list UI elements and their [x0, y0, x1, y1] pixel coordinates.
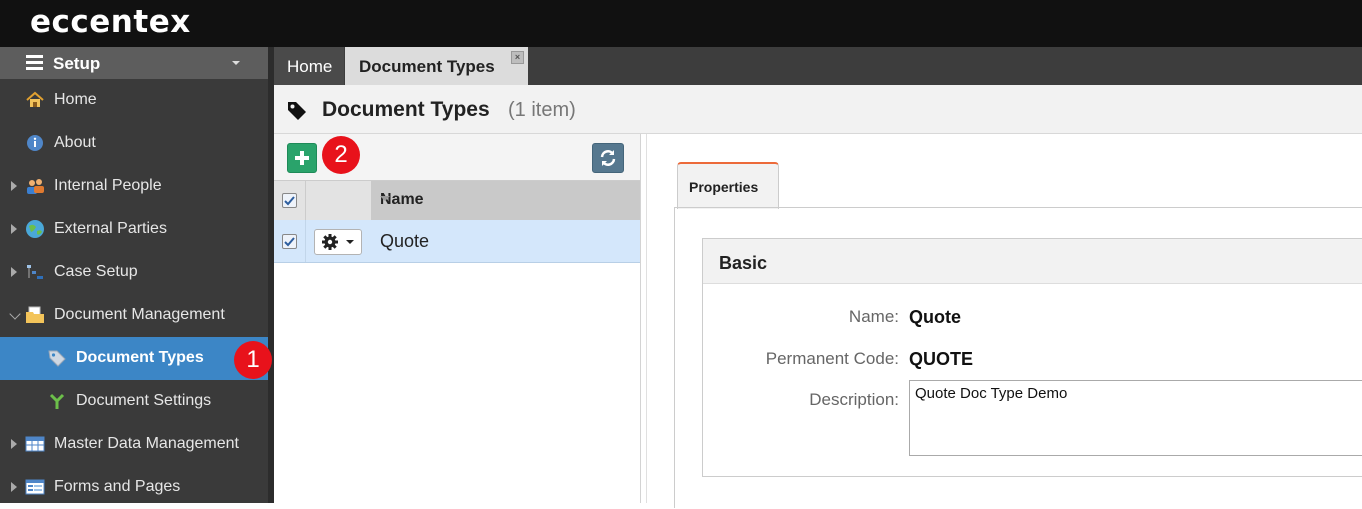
- sidebar-item-case-setup[interactable]: Case Setup: [0, 251, 268, 294]
- check-icon: [284, 237, 295, 247]
- chevron-down-icon: [346, 240, 354, 244]
- top-bar: eccentex: [0, 0, 1362, 47]
- permanent-code-label: Permanent Code:: [765, 349, 899, 368]
- sort-icon[interactable]: [380, 196, 390, 201]
- basic-section: Basic Name: Quote Permanent Code: QUOTE …: [702, 238, 1362, 477]
- sidebar-item-internal-people[interactable]: Internal People: [0, 165, 268, 208]
- item-count: (1 item): [508, 99, 576, 121]
- gear-icon: [322, 234, 338, 250]
- step-badge-2: 2: [322, 136, 360, 174]
- expand-arrow-icon[interactable]: [11, 267, 17, 277]
- description-value: Quote Doc Type Demo: [915, 385, 1068, 402]
- description-label: Description:: [809, 390, 899, 409]
- page-title: Document Types: [322, 98, 490, 121]
- sidebar-item-label: Forms and Pages: [54, 478, 181, 495]
- merge-arrows-icon: [49, 393, 65, 409]
- folder-icon: [26, 306, 44, 323]
- sidebar-item-label: Document Management: [54, 306, 225, 323]
- section-title: Basic: [719, 253, 768, 273]
- tag-icon: [48, 350, 66, 367]
- sidebar-item-label: Master Data Management: [54, 435, 239, 452]
- tab-label: Properties: [689, 179, 759, 195]
- details-panel: Properties Basic Name: Quote Permanent C…: [646, 134, 1362, 508]
- hamburger-icon: [26, 55, 43, 70]
- sidebar-item-label: Home: [54, 91, 97, 108]
- name-value: Quote: [909, 307, 961, 327]
- globe-icon: [26, 220, 44, 238]
- sidebar-item-label: External Parties: [54, 220, 167, 237]
- column-header-name[interactable]: Name: [371, 181, 640, 220]
- sidebar: Setup Home About Internal People Externa…: [0, 47, 268, 503]
- app-logo: eccentex: [30, 4, 191, 40]
- info-icon: [27, 135, 43, 151]
- row-actions-button[interactable]: [314, 229, 362, 255]
- sidebar-item-about[interactable]: About: [0, 122, 268, 165]
- sidebar-item-document-types[interactable]: Document Types: [0, 337, 268, 380]
- expand-arrow-icon[interactable]: [11, 181, 17, 191]
- sidebar-item-label: Document Settings: [76, 392, 212, 409]
- sidebar-item-external-parties[interactable]: External Parties: [0, 208, 268, 251]
- collapse-arrow-icon[interactable]: [9, 308, 21, 320]
- permanent-code-value: QUOTE: [909, 349, 974, 369]
- sidebar-item-home[interactable]: Home: [0, 79, 268, 122]
- sidebar-item-label: Internal People: [54, 177, 162, 194]
- sidebar-item-document-settings[interactable]: Document Settings: [0, 380, 268, 423]
- sidebar-item-document-management[interactable]: Document Management: [0, 294, 268, 337]
- sidebar-item-label: Document Types: [76, 349, 204, 366]
- grid-header: Name: [274, 180, 640, 221]
- plus-icon: [295, 151, 309, 165]
- close-icon[interactable]: ×: [511, 51, 524, 64]
- step-badge-1: 1: [234, 341, 272, 379]
- page-header: Document Types (1 item): [274, 85, 1362, 134]
- refresh-button[interactable]: [592, 143, 624, 173]
- table-icon: [25, 436, 45, 452]
- tab-document-types[interactable]: Document Types ×: [345, 47, 528, 85]
- tab-label: Home: [287, 57, 333, 76]
- setup-menu-header[interactable]: Setup: [0, 47, 268, 79]
- select-all-checkbox[interactable]: [282, 193, 297, 208]
- row-name: Quote: [380, 231, 430, 251]
- section-header: Basic: [703, 239, 1362, 284]
- add-button[interactable]: [287, 143, 317, 173]
- sidebar-item-master-data-management[interactable]: Master Data Management: [0, 423, 268, 466]
- name-label: Name:: [848, 307, 899, 326]
- expand-arrow-icon[interactable]: [11, 224, 17, 234]
- check-icon: [284, 196, 295, 206]
- sidebar-item-label: Case Setup: [54, 263, 138, 280]
- table-row[interactable]: Quote: [274, 220, 640, 263]
- expand-arrow-icon[interactable]: [11, 482, 17, 492]
- row-checkbox-cell: [274, 220, 306, 262]
- tab-home[interactable]: Home: [274, 47, 344, 85]
- tab-bar: Home Document Types ×: [274, 47, 1362, 85]
- tab-label: Document Types: [359, 57, 495, 76]
- chevron-down-icon: [232, 61, 240, 65]
- tab-properties[interactable]: Properties: [677, 162, 779, 209]
- row-checkbox[interactable]: [282, 234, 297, 249]
- setup-label: Setup: [53, 54, 101, 73]
- select-all-cell: [274, 181, 306, 220]
- tag-icon: [288, 102, 306, 120]
- expand-arrow-icon[interactable]: [11, 439, 17, 449]
- refresh-icon: [600, 150, 616, 166]
- hierarchy-icon: [27, 265, 43, 279]
- description-field[interactable]: Quote Doc Type Demo: [909, 380, 1362, 456]
- people-icon: [27, 179, 44, 194]
- sidebar-item-label: About: [54, 134, 96, 151]
- form-icon: [25, 479, 45, 495]
- home-icon: [26, 91, 44, 107]
- list-panel: Name Quote: [274, 134, 641, 503]
